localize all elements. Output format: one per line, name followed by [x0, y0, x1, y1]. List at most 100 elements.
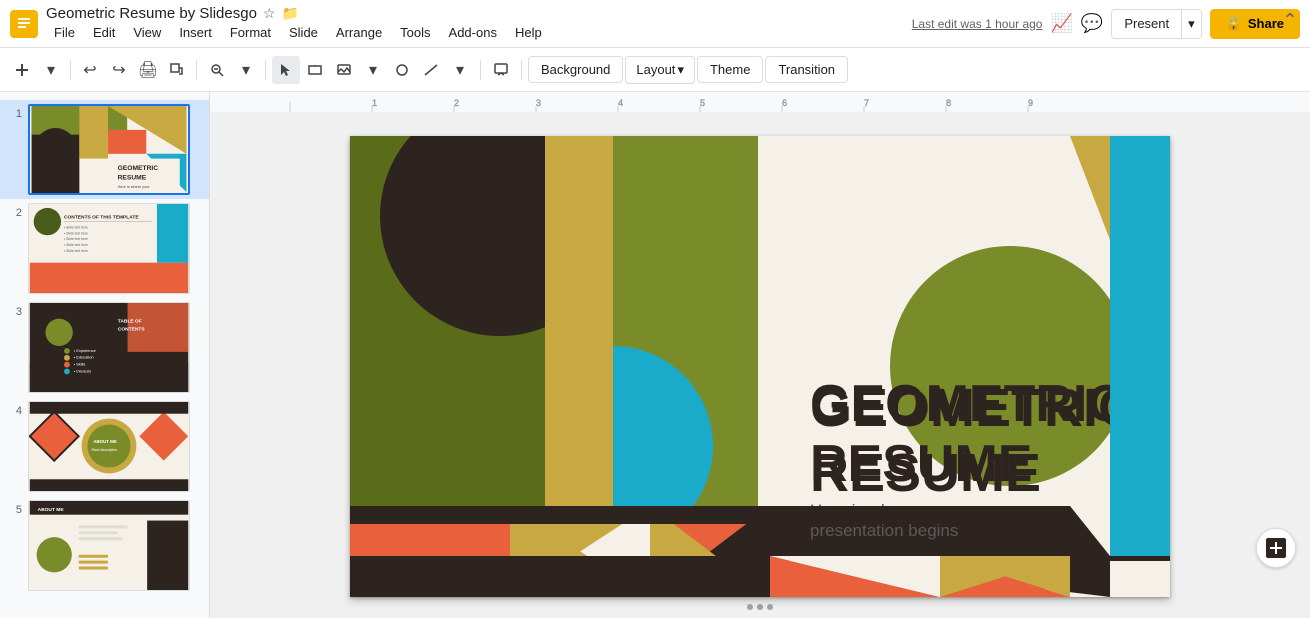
- redo-button[interactable]: ↪: [105, 56, 133, 84]
- svg-text:• Education: • Education: [74, 355, 94, 360]
- shape-tool[interactable]: [388, 56, 416, 84]
- present-chevron-icon[interactable]: ▾: [1181, 10, 1201, 38]
- slide-item-1[interactable]: 1 GEOMETRIC RESUME Here is where: [0, 100, 209, 199]
- text-box-tool[interactable]: [301, 56, 329, 84]
- toolbar: ▾ ↩ ↪ 🖨 ▾ ▾ ▾: [0, 48, 1310, 92]
- svg-text:6: 6: [782, 98, 787, 108]
- main-area: 1 GEOMETRIC RESUME Here is where: [0, 92, 1310, 618]
- print-button[interactable]: 🖨: [134, 56, 162, 84]
- theme-button[interactable]: Theme: [697, 56, 763, 83]
- doc-title[interactable]: Geometric Resume by Slidesgo: [46, 5, 257, 22]
- add-chevron[interactable]: ▾: [37, 56, 65, 84]
- undo-button[interactable]: ↩: [76, 56, 104, 84]
- last-edit-label[interactable]: Last edit was 1 hour ago: [912, 17, 1043, 31]
- slide-item-2[interactable]: 2 CONTENTS OF THIS TEMPLATE • Slide text…: [0, 199, 209, 298]
- menu-bar: File Edit View Insert Format Slide Arran…: [46, 22, 904, 43]
- line-chevron[interactable]: ▾: [446, 56, 474, 84]
- svg-text:• Slide text here: • Slide text here: [64, 243, 88, 247]
- svg-text:GEOMETRIC: GEOMETRIC: [810, 375, 1125, 433]
- collapse-button[interactable]: ⌃: [1278, 8, 1302, 32]
- comment-tool[interactable]: [487, 56, 515, 84]
- svg-text:7: 7: [864, 98, 869, 108]
- menu-edit[interactable]: Edit: [85, 22, 123, 43]
- menu-file[interactable]: File: [46, 22, 83, 43]
- svg-text:2: 2: [454, 98, 459, 108]
- zoom-button[interactable]: [203, 56, 231, 84]
- line-tool[interactable]: [417, 56, 445, 84]
- present-button[interactable]: Present ▾: [1111, 9, 1201, 39]
- slide-number-1: 1: [8, 104, 22, 120]
- slide-number-3: 3: [8, 302, 22, 318]
- slide-item-3[interactable]: 3 TABLE OF CONTENTS • Experience • Educa…: [0, 298, 209, 397]
- layout-chevron-icon: ▾: [677, 62, 684, 78]
- comment-icon[interactable]: 💬: [1081, 13, 1103, 34]
- slide-number-4: 4: [8, 401, 22, 417]
- slide-thumb-5: ABOUT ME: [28, 500, 190, 591]
- menu-slide[interactable]: Slide: [281, 22, 326, 43]
- toolbar-tools: ▾ ▾: [272, 56, 474, 84]
- svg-text:CONTENTS OF THIS TEMPLATE: CONTENTS OF THIS TEMPLATE: [64, 215, 139, 221]
- add-slide-button[interactable]: [1256, 528, 1296, 568]
- slide-thumb-2: CONTENTS OF THIS TEMPLATE • Slide text h…: [28, 203, 190, 294]
- app-logo: [10, 10, 38, 38]
- svg-text:Here is where your: Here is where your: [118, 185, 151, 189]
- svg-text:8: 8: [946, 98, 951, 108]
- menu-help[interactable]: Help: [507, 22, 550, 43]
- svg-text:• Slide text here: • Slide text here: [64, 231, 88, 235]
- paint-format-button[interactable]: [163, 56, 191, 84]
- image-tool[interactable]: [330, 56, 358, 84]
- transition-button[interactable]: Transition: [765, 56, 848, 83]
- slides-panel: 1 GEOMETRIC RESUME Here is where: [0, 92, 210, 618]
- menu-format[interactable]: Format: [222, 22, 279, 43]
- page-dot-2: [757, 604, 763, 610]
- toolbar-history: ▾ ↩ ↪ 🖨: [8, 56, 201, 84]
- menu-tools[interactable]: Tools: [392, 22, 438, 43]
- page-dot-1: [747, 604, 753, 610]
- svg-text:• Slide text here: • Slide text here: [64, 225, 88, 229]
- slide-number-2: 2: [8, 203, 22, 219]
- svg-text:ABOUT ME: ABOUT ME: [38, 507, 65, 513]
- svg-text:GEOMETRIC: GEOMETRIC: [118, 165, 159, 172]
- main-slide[interactable]: GEOMETRIC RESUME Here is where your pres…: [350, 136, 1170, 597]
- layout-label: Layout: [636, 62, 675, 77]
- svg-text:• Slide text here: • Slide text here: [64, 237, 88, 241]
- star-icon[interactable]: ☆: [263, 5, 276, 22]
- slide-container: GEOMETRIC RESUME Here is where your pres…: [350, 136, 1170, 597]
- header: Geometric Resume by Slidesgo ☆ 📁 File Ed…: [0, 0, 1310, 48]
- background-button[interactable]: Background: [528, 56, 623, 83]
- svg-text:3: 3: [536, 98, 541, 108]
- svg-text:• Experience: • Experience: [74, 348, 96, 353]
- slide-item-5[interactable]: 5 ABOUT ME: [0, 496, 209, 595]
- svg-text:CONTENTS: CONTENTS: [118, 326, 146, 332]
- sep-2: [196, 60, 197, 80]
- slide-item-4[interactable]: 4 ABOUT ME Short description: [0, 397, 209, 496]
- image-chevron[interactable]: ▾: [359, 56, 387, 84]
- svg-text:ABOUT ME: ABOUT ME: [93, 439, 116, 444]
- slide-number-5: 5: [8, 500, 22, 516]
- canvas-area[interactable]: 1 2 3 4 5 6 7 8 9: [210, 92, 1310, 618]
- trending-icon[interactable]: 📈: [1050, 13, 1072, 34]
- present-label: Present: [1112, 10, 1181, 37]
- ruler: 1 2 3 4 5 6 7 8 9: [210, 92, 1310, 112]
- folder-icon[interactable]: 📁: [282, 5, 299, 22]
- sep-4: [480, 60, 481, 80]
- menu-arrange[interactable]: Arrange: [328, 22, 390, 43]
- svg-text:RESUME: RESUME: [118, 175, 147, 182]
- menu-insert[interactable]: Insert: [171, 22, 220, 43]
- header-actions: Last edit was 1 hour ago 📈 💬 Present ▾ 🔒…: [912, 9, 1300, 39]
- sep-5: [521, 60, 522, 80]
- svg-text:• Skills: • Skills: [74, 362, 86, 367]
- svg-text:TABLE OF: TABLE OF: [118, 319, 142, 325]
- doc-title-row: Geometric Resume by Slidesgo ☆ 📁: [46, 5, 904, 22]
- svg-text:4: 4: [618, 98, 623, 108]
- menu-addons[interactable]: Add-ons: [441, 22, 505, 43]
- zoom-chevron[interactable]: ▾: [232, 56, 260, 84]
- add-button[interactable]: [8, 56, 36, 84]
- toolbar-zoom: ▾: [203, 56, 270, 84]
- page-dot-3: [767, 604, 773, 610]
- menu-view[interactable]: View: [125, 22, 169, 43]
- cursor-tool[interactable]: [272, 56, 300, 84]
- layout-button[interactable]: Layout ▾: [625, 56, 695, 84]
- svg-text:• Interests: • Interests: [74, 368, 91, 373]
- svg-text:RESUME: RESUME: [810, 435, 1032, 493]
